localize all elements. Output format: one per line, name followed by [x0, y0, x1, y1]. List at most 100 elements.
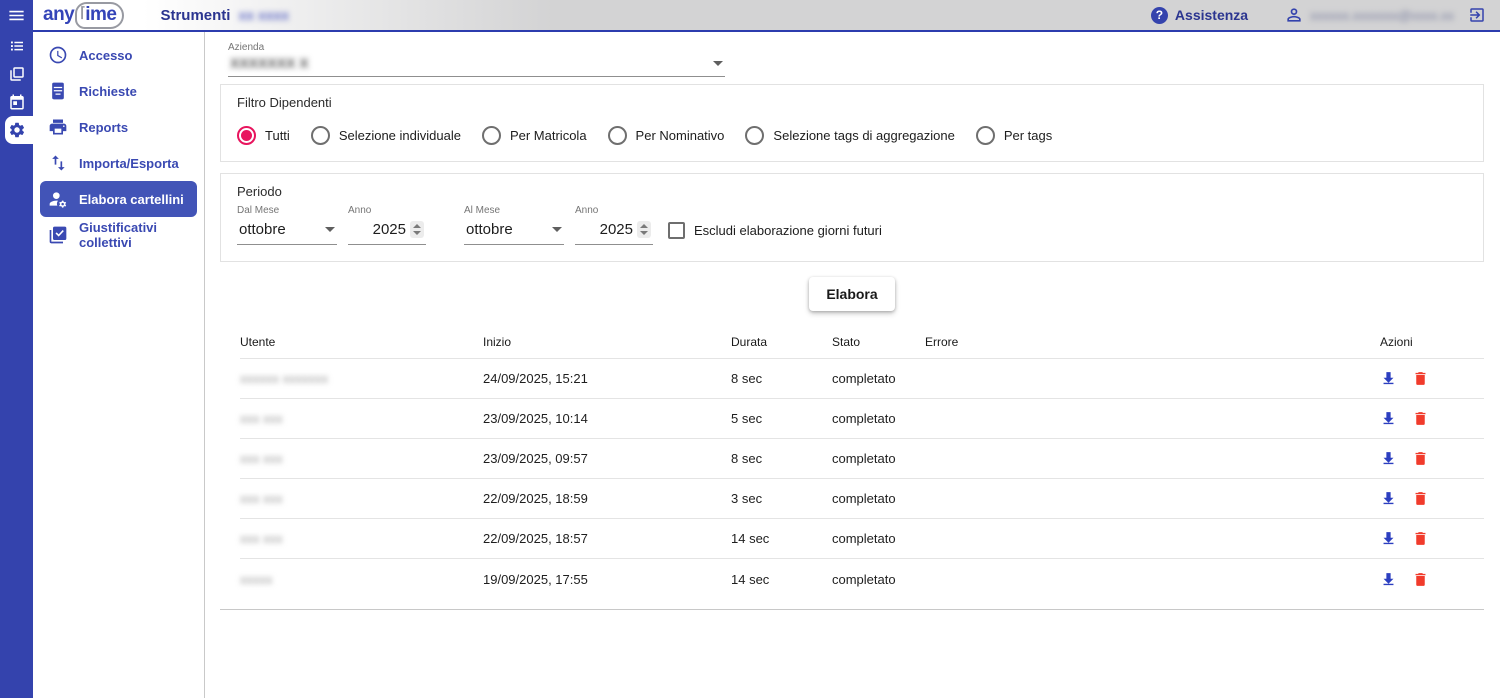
elabora-button[interactable]: Elabora — [809, 277, 895, 311]
al-mese-select[interactable]: Al Mese ottobre — [464, 205, 564, 245]
delete-icon[interactable] — [1412, 571, 1429, 588]
list-icon[interactable] — [0, 32, 33, 60]
cell-inizio: 22/09/2025, 18:57 — [483, 531, 588, 546]
sidebar-item-accesso[interactable]: Accesso — [33, 37, 204, 73]
anno-a-input[interactable]: Anno 2025 — [575, 205, 653, 245]
app-logo: any ⌈ ime — [43, 1, 125, 29]
sidebar-item-importa-esporta[interactable]: Importa/Esporta — [33, 145, 204, 181]
cell-durata: 14 sec — [731, 531, 770, 546]
table-row: xxx xxx 22/09/2025, 18:57 14 sec complet… — [240, 519, 1484, 559]
table-row: xxxxx 19/09/2025, 17:55 14 sec completat… — [240, 559, 1484, 599]
radio-icon — [310, 126, 330, 145]
number-stepper[interactable] — [637, 221, 651, 238]
logout-icon[interactable] — [1468, 6, 1486, 24]
sidebar-item-richieste[interactable]: Richieste — [33, 73, 204, 109]
top-bar: any ⌈ ime Strumenti xx xxxx ? Assistenza x… — [33, 0, 1500, 32]
number-stepper[interactable] — [410, 221, 424, 238]
azienda-value-masked: XXXXXXX X — [230, 55, 309, 71]
sidebar-item-reports[interactable]: Reports — [33, 109, 204, 145]
sidebar-item-label: Reports — [79, 119, 129, 135]
delete-icon[interactable] — [1412, 450, 1429, 467]
field-label: Anno — [575, 205, 599, 216]
page-title-suffix-masked: xx xxxx — [238, 7, 290, 23]
download-icon[interactable] — [1380, 490, 1397, 507]
column-header-stato: Stato — [832, 334, 861, 349]
dal-mese-select[interactable]: Dal Mese ottobre — [237, 205, 337, 245]
radio-label: Per Nominativo — [635, 128, 725, 143]
filtro-radio-option[interactable]: Selezione individuale — [310, 126, 461, 145]
filtro-dipendenti-box: Filtro Dipendenti Tutti Selezione indivi… — [220, 84, 1484, 162]
cell-inizio: 23/09/2025, 10:14 — [483, 411, 588, 426]
cell-inizio: 24/09/2025, 15:21 — [483, 371, 588, 386]
menu-icon[interactable] — [0, 0, 33, 30]
cell-durata: 8 sec — [731, 371, 763, 386]
filtro-radio-option[interactable]: Per tags — [975, 126, 1052, 145]
delete-icon[interactable] — [1412, 370, 1429, 387]
stacked-windows-icon[interactable] — [0, 60, 33, 88]
cell-inizio: 22/09/2025, 18:59 — [483, 491, 588, 506]
table-row: xxx xxx 22/09/2025, 18:59 3 sec completa… — [240, 479, 1484, 519]
manage-accounts-icon — [49, 192, 67, 208]
user-name-masked: xxxxx — [240, 571, 273, 587]
radio-label: Per Matricola — [509, 128, 587, 143]
assistenza-label: Assistenza — [1174, 7, 1249, 23]
page-title: Strumenti — [160, 6, 231, 24]
delete-icon[interactable] — [1412, 530, 1429, 547]
column-header-utente: Utente — [240, 334, 276, 349]
clock-icon — [49, 46, 67, 64]
column-header-durata: Durata — [731, 334, 768, 349]
checklist-icon — [49, 226, 67, 244]
escludi-giorni-futuri-checkbox[interactable]: Escludi elaborazione giorni futuri — [668, 222, 882, 239]
radio-label: Selezione individuale — [338, 128, 461, 143]
periodo-box: Periodo Dal Mese ottobre Anno 2025 Al Me… — [220, 173, 1484, 262]
logo-t-mark: ⌈ — [80, 4, 86, 20]
main-content: Azienda XXXXXXX X Filtro Dipendenti Tutt… — [205, 32, 1500, 698]
delete-icon[interactable] — [1412, 490, 1429, 507]
field-value: 2025 — [599, 221, 633, 238]
download-icon[interactable] — [1380, 370, 1397, 387]
sidebar-item-label: Elabora cartellini — [79, 191, 184, 207]
sidebar: Accesso Richieste Reports Importa/Esport… — [33, 32, 205, 698]
user-name-masked: xxx xxx — [240, 411, 283, 426]
azienda-select[interactable]: Azienda XXXXXXX X — [228, 42, 725, 77]
column-header-inizio: Inizio — [483, 334, 512, 349]
delete-icon[interactable] — [1412, 410, 1429, 427]
chevron-down-icon — [713, 60, 723, 66]
cell-inizio: 19/09/2025, 17:55 — [483, 571, 588, 587]
user-name-masked: xxx xxx — [240, 451, 283, 466]
download-icon[interactable] — [1380, 410, 1397, 427]
filtro-radio-option[interactable]: Per Matricola — [481, 126, 587, 145]
table-row: xxx xxx 23/09/2025, 10:14 5 sec completa… — [240, 399, 1484, 439]
document-icon — [52, 82, 64, 100]
download-icon[interactable] — [1380, 530, 1397, 547]
filtro-radio-option[interactable]: Tutti — [237, 126, 290, 145]
calendar-icon[interactable] — [0, 88, 33, 116]
filtro-radio-option[interactable]: Per Nominativo — [607, 126, 725, 145]
sidebar-item-giustificativi-collettivi[interactable]: Giustificativi collettivi — [33, 217, 204, 253]
radio-label: Tutti — [265, 128, 290, 143]
filtro-radio-group: Tutti Selezione individuale Per Matricol… — [237, 126, 1467, 145]
logo-any: any — [43, 4, 75, 25]
cell-stato: completato — [832, 451, 896, 466]
cell-durata: 8 sec — [731, 451, 763, 466]
user-menu[interactable]: xxxxxx.xxxxxxx@xxxx.xx — [1284, 5, 1454, 25]
checkbox-label: Escludi elaborazione giorni futuri — [694, 223, 882, 238]
download-icon[interactable] — [1380, 571, 1397, 588]
field-value: ottobre — [239, 221, 286, 238]
download-icon[interactable] — [1380, 450, 1397, 467]
anno-da-input[interactable]: Anno 2025 — [348, 205, 426, 245]
field-label: Al Mese — [464, 205, 501, 216]
logo-ime: ime — [85, 3, 117, 25]
column-header-errore: Errore — [925, 334, 959, 349]
user-name-masked: xxx xxx — [240, 491, 283, 506]
filtro-radio-option[interactable]: Selezione tags di aggregazione — [745, 126, 955, 145]
settings-icon[interactable] — [0, 116, 33, 144]
elaborazioni-table: Utente Inizio Durata Stato Errore Azioni… — [220, 325, 1484, 610]
sidebar-item-label: Giustificativi collettivi — [79, 220, 158, 250]
cell-inizio: 23/09/2025, 09:57 — [483, 451, 588, 466]
field-value: 2025 — [372, 221, 406, 238]
column-header-azioni: Azioni — [1380, 334, 1413, 349]
assistenza-button[interactable]: ? Assistenza — [1150, 6, 1249, 24]
sidebar-item-elabora-cartellini[interactable]: Elabora cartellini — [40, 181, 197, 217]
checkbox-box — [668, 222, 685, 239]
